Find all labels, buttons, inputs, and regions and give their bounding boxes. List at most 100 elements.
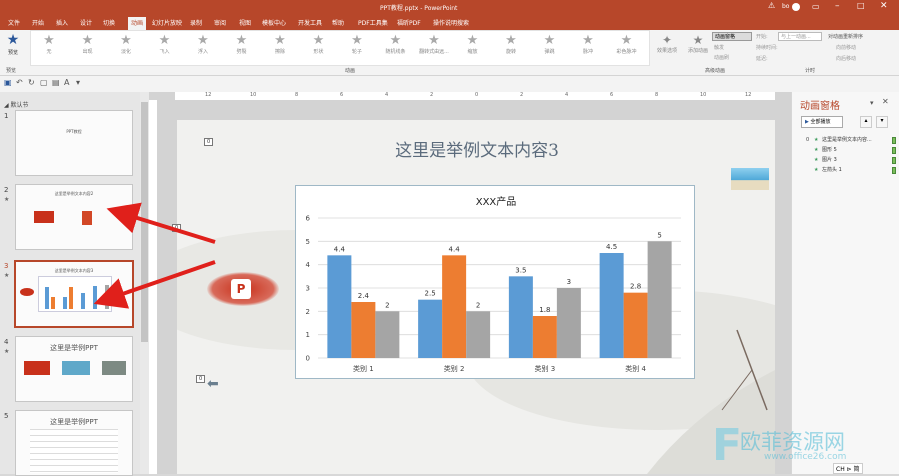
effect-6[interactable]: ★ 擦除	[265, 33, 295, 55]
effect-5[interactable]: ★ 劈裂	[227, 33, 257, 55]
add-animation-button[interactable]: ★ 添加动画	[685, 33, 711, 54]
undo-icon[interactable]: ↶	[16, 78, 23, 87]
slide-thumbnail-1[interactable]: PPT教程	[15, 110, 133, 176]
effect-label: 飞入	[159, 49, 170, 55]
effect-0[interactable]: ★ 无	[34, 33, 64, 55]
effect-options-button[interactable]: ✦ 效果选项	[652, 33, 682, 54]
tab-7[interactable]: 录制	[190, 18, 202, 27]
data-label: 3	[567, 278, 571, 286]
tab-6[interactable]: 幻灯片放映	[152, 18, 182, 27]
effect-2[interactable]: ★ 淡化	[111, 33, 141, 55]
tab-10[interactable]: 模板中心	[262, 18, 286, 27]
effect-15[interactable]: ★ 彩色脉冲	[612, 33, 642, 55]
effect-label: 出现	[82, 49, 93, 55]
slide-thumbnail-4[interactable]: 这里是举例PPT	[15, 336, 133, 402]
save-icon[interactable]: ▣	[4, 78, 12, 87]
pane-close-icon[interactable]: ✕	[882, 97, 889, 106]
animation-painter-button[interactable]: 动画刷	[714, 54, 729, 61]
category-label: 类别 2	[444, 364, 465, 373]
tab-3[interactable]: 设计	[80, 18, 92, 27]
reorder-label: 对动画重新排序	[828, 34, 864, 40]
effect-10[interactable]: ★ 翻转式由远...	[419, 33, 449, 55]
animation-list-item[interactable]: ★ 图片 3	[806, 156, 898, 165]
tab-14[interactable]: 福昕PDF	[397, 18, 421, 27]
tab-15[interactable]: 操作说明搜索	[433, 18, 469, 27]
effect-14[interactable]: ★ 脉冲	[573, 33, 603, 55]
avatar[interactable]	[792, 3, 800, 11]
tab-9[interactable]: 视图	[239, 18, 251, 27]
y-tick-label: 3	[306, 285, 310, 293]
landscape-image[interactable]	[731, 168, 769, 190]
effect-4[interactable]: ★ 浮入	[188, 33, 218, 55]
more-icon[interactable]: ▾	[76, 78, 80, 87]
animation-list-item[interactable]: 0 ★ 这里是举例文本内容...	[806, 136, 898, 145]
effect-label: 弹跳	[544, 49, 555, 55]
text-icon[interactable]: A	[64, 78, 69, 87]
effect-label: 翻转式由远...	[419, 49, 449, 55]
tab-4[interactable]: 切换	[103, 18, 115, 27]
effect-12[interactable]: ★ 旋转	[496, 33, 526, 55]
animation-badge-heading: 0	[204, 138, 214, 146]
effect-label: 随机线条	[385, 49, 406, 55]
animation-list-item[interactable]: ★ 左箭头 1	[806, 166, 898, 175]
tab-5[interactable]: 动画	[128, 17, 147, 30]
pane-menu-icon[interactable]: ▾	[870, 99, 874, 107]
move-up-button[interactable]: ▴	[860, 116, 872, 128]
scrollbar-thumb[interactable]	[141, 102, 148, 342]
effect-star-icon: ★	[235, 33, 248, 48]
effect-star-icon: ★	[428, 33, 440, 48]
effect-9[interactable]: ★ 随机线条	[381, 33, 411, 55]
image-icon[interactable]: ▤	[52, 78, 60, 87]
ribbon-display-icon[interactable]: ▭	[812, 2, 820, 11]
animation-list-item[interactable]: ★ 图形 5	[806, 146, 898, 155]
move-earlier-button[interactable]: 向前移动	[836, 44, 856, 51]
move-later-button[interactable]: 向后移动	[836, 55, 856, 62]
animation-pane-label: 动画窗格	[715, 34, 736, 40]
bar	[327, 255, 352, 358]
effect-8[interactable]: ★ 轮子	[342, 33, 372, 55]
start-select[interactable]: 与上一动画...	[778, 32, 822, 41]
group-label-advanced: 高级动画	[705, 68, 726, 74]
preview-button[interactable]: ★ 预览	[3, 33, 23, 57]
effect-11[interactable]: ★ 缩放	[458, 33, 488, 55]
thumbnail-title: 这里是举例PPT	[50, 418, 98, 426]
tab-12[interactable]: 帮助	[332, 18, 344, 27]
slide-thumbnail-5[interactable]: 这里是举例PPT	[15, 410, 133, 476]
trigger-button[interactable]: 触发	[714, 44, 724, 51]
thumb-graphic	[20, 288, 34, 296]
slide-thumbnail-2[interactable]: 这里是举例文本内容2	[15, 184, 133, 250]
section-header[interactable]: ◢ 默认节	[4, 100, 29, 109]
animation-pane-button[interactable]: 动画窗格	[712, 32, 752, 41]
tab-11[interactable]: 开发工具	[298, 18, 322, 27]
data-label: 2.8	[630, 283, 641, 291]
tab-0[interactable]: 文件	[8, 18, 20, 27]
close-button[interactable]: ✕	[880, 1, 888, 11]
left-arrow-shape[interactable]: ⬅	[207, 376, 219, 392]
ruler-tick: 6	[610, 92, 614, 98]
start-label: 开始:	[756, 34, 768, 40]
bar	[599, 253, 624, 358]
effect-3[interactable]: ★ 飞入	[150, 33, 180, 55]
slide-heading[interactable]: 这里是举例文本内容3	[367, 136, 587, 161]
tab-8[interactable]: 审阅	[214, 18, 226, 27]
preview-label: 预览	[7, 50, 18, 56]
maximize-button[interactable]: □	[857, 1, 865, 10]
tab-2[interactable]: 插入	[56, 18, 68, 27]
tab-1[interactable]: 开始	[32, 18, 44, 27]
play-all-button[interactable]: ▶ 全部播放	[801, 116, 843, 128]
slide-thumbnail-3[interactable]: 这里是举例文本内容3	[14, 260, 134, 328]
vertical-ruler	[149, 100, 157, 474]
redo-icon[interactable]: ↻	[28, 78, 35, 87]
thumbnail-scrollbar[interactable]	[140, 92, 149, 474]
effect-star-icon: ★	[389, 33, 402, 48]
tab-13[interactable]: PDF工具集	[358, 18, 388, 27]
shape-icon[interactable]: ▢	[40, 78, 48, 87]
bar-chart[interactable]: XXX产品 0 1 2 3 4 5 6 4.4 2.4 2 类别 1 2.5 4.4 2 类别 2 3.5 1.8…	[295, 185, 695, 379]
effect-1[interactable]: ★ 出现	[73, 33, 103, 55]
effect-7[interactable]: ★ 形状	[304, 33, 334, 55]
chart-title: XXX产品	[476, 195, 517, 208]
effect-13[interactable]: ★ 弹跳	[535, 33, 565, 55]
minimize-button[interactable]: –	[835, 1, 840, 11]
ppt-icon-graphic[interactable]: P	[207, 272, 279, 306]
move-down-button[interactable]: ▾	[876, 116, 888, 128]
